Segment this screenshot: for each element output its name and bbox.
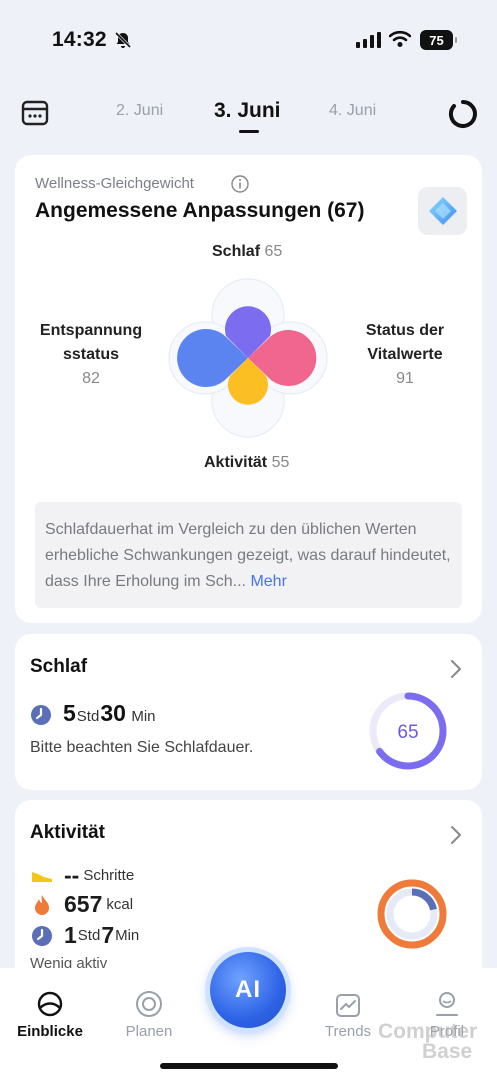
- watermark-line-2: Base: [422, 1040, 473, 1063]
- sleep-hours-unit: Std: [76, 708, 100, 725]
- trends-icon: [336, 994, 360, 1017]
- date-navigator: 2. Juni 3. Juni 4. Juni: [0, 90, 497, 140]
- nav-plan-label: Planen: [125, 1023, 173, 1040]
- kcal-unit: kcal: [106, 896, 134, 913]
- sync-ring-icon[interactable]: [448, 99, 478, 129]
- active-hours: 1: [64, 922, 77, 948]
- date-current[interactable]: 3. Juni: [214, 99, 281, 123]
- profile-icon: [436, 992, 458, 1016]
- petal-label-relaxation: Entspannung sstatus 82: [29, 319, 153, 391]
- petal-sleep-name: Schlaf: [212, 243, 261, 260]
- status-time: 14:32: [52, 28, 107, 51]
- activity-rings: [377, 879, 447, 949]
- sleep-card[interactable]: Schlaf 5Std30 Min Bitte beachten Sie Sch…: [15, 634, 482, 790]
- date-prev[interactable]: 2. Juni: [116, 102, 163, 120]
- chevron-right-icon[interactable]: [450, 659, 462, 679]
- petal-relaxation-value: 82: [82, 370, 100, 387]
- petal-vitals-name-1: Status der: [365, 322, 445, 339]
- wellness-title: Angemessene Anpassungen (67): [35, 199, 365, 222]
- sleep-hours: 5: [63, 700, 76, 726]
- diamond-icon: [428, 197, 457, 225]
- diamond-button[interactable]: [418, 187, 467, 235]
- flame-icon: [30, 893, 54, 917]
- activity-title: Aktivität: [30, 822, 105, 843]
- nav-plan[interactable]: Planen: [109, 968, 189, 1040]
- wellness-card[interactable]: Wellness-Gleichgewicht Angemessene Anpas…: [15, 155, 482, 623]
- petal-label-sleep: Schlaf 65: [212, 240, 282, 264]
- wellness-label: Wellness-Gleichgewicht: [35, 175, 194, 192]
- sleep-minutes: 30: [100, 700, 126, 726]
- wellness-summary[interactable]: Schlafdauerhat im Vergleich zu den üblic…: [35, 502, 462, 608]
- sleep-duration: 5Std30 Min: [63, 700, 157, 727]
- nav-trends-label: Trends: [324, 1023, 372, 1040]
- steps-unit: Schritte: [83, 867, 135, 884]
- active-minutes: 7: [101, 922, 115, 948]
- steps-row: -- Schritte: [30, 862, 135, 889]
- kcal-value: 657: [64, 891, 103, 917]
- sleep-score: 65: [397, 722, 418, 743]
- kcal-row: 657 kcal: [30, 891, 134, 918]
- sleep-score-ring: 65: [369, 692, 447, 770]
- active-minutes-unit: Min: [115, 927, 140, 944]
- petal-relaxation-name-2: sstatus: [62, 346, 120, 363]
- petal-relaxation-name-1: Entspannung: [39, 322, 143, 339]
- insights-icon: [37, 991, 63, 1017]
- summary-text: Schlafdauerhat im Vergleich zu den üblic…: [45, 521, 451, 590]
- sleep-note: Bitte beachten Sie Schlafdauer.: [30, 739, 254, 756]
- battery-indicator: 75: [420, 30, 457, 50]
- petal-label-activity: Aktivität 55: [204, 451, 289, 475]
- calendar-icon[interactable]: [21, 99, 49, 127]
- watermark-line-1: Computer: [378, 1020, 478, 1043]
- wellness-flower-chart: [168, 278, 328, 438]
- home-indicator[interactable]: [160, 1063, 338, 1069]
- sleep-title: Schlaf: [30, 656, 88, 677]
- ai-assistant-button[interactable]: AI: [210, 952, 286, 1028]
- chevron-right-icon[interactable]: [450, 825, 462, 845]
- bell-muted-icon: [114, 31, 132, 49]
- petal-label-vitals: Status der Vitalwerte 91: [345, 319, 465, 391]
- date-underline: [239, 130, 259, 133]
- petal-activity-name: Aktivität: [204, 454, 268, 471]
- nav-insights-label: Einblicke: [17, 1023, 83, 1040]
- active-time-row: 1 Std 7 Min: [30, 922, 140, 949]
- ai-label: AI: [235, 976, 261, 1003]
- nav-insights[interactable]: Einblicke: [10, 968, 90, 1040]
- petal-sleep-value: 65: [264, 243, 283, 260]
- more-link[interactable]: Mehr: [250, 573, 286, 590]
- watermark-logo: Computer Base: [378, 1020, 478, 1063]
- nav-trends[interactable]: Trends: [308, 968, 388, 1040]
- plan-icon: [136, 991, 162, 1017]
- active-hours-unit: Std: [77, 927, 101, 944]
- petal-vitals-value: 91: [396, 370, 414, 387]
- clock-icon: [30, 924, 54, 948]
- info-icon[interactable]: [231, 175, 249, 193]
- sleep-minutes-unit: Min: [131, 708, 156, 725]
- clock-icon: [31, 705, 51, 725]
- date-next[interactable]: 4. Juni: [329, 102, 376, 120]
- status-bar: 14:32 75: [0, 0, 497, 80]
- signal-icon: [356, 32, 381, 48]
- shoe-icon: [30, 864, 54, 888]
- wifi-icon: [389, 30, 411, 47]
- steps-value: --: [64, 862, 80, 888]
- petal-vitals-name-2: Vitalwerte: [367, 346, 443, 363]
- petal-activity-value: 55: [271, 454, 290, 471]
